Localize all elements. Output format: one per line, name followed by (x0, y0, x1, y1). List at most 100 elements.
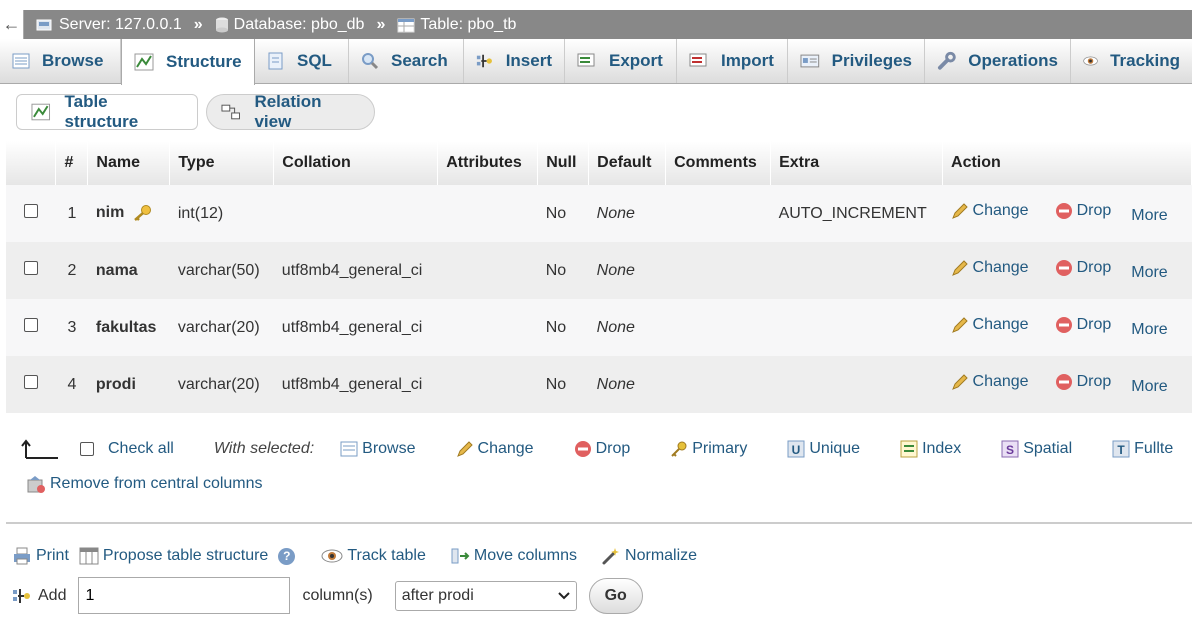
more-button[interactable]: More (1131, 321, 1167, 339)
table-row: 1 nim int(12) No None AUTO_INCREMENT Change Dro… (6, 185, 1192, 242)
subtab-relation-view[interactable]: Relation view (206, 92, 375, 131)
go-button[interactable]: Go (588, 577, 643, 614)
tab-export[interactable]: Export (565, 39, 677, 83)
track-table-label: Track table (347, 547, 426, 564)
tab-browse-label: Browse (42, 51, 104, 70)
field-type: varchar(20) (169, 299, 274, 356)
magic-wand-icon (602, 548, 620, 565)
field-extra: AUTO_INCREMENT (770, 185, 943, 242)
drop-label: Drop (1076, 316, 1112, 333)
more-button[interactable]: More (1131, 264, 1167, 282)
subtab-table-structure[interactable]: Table structure (16, 92, 198, 131)
help-icon[interactable]: ? (278, 547, 296, 565)
header-collation: Collation (273, 141, 439, 185)
bulk-change-button[interactable]: Change (456, 440, 534, 458)
bulk-primary-label: Primary (692, 440, 748, 457)
row-actions: Change Drop More (942, 185, 1192, 242)
breadcrumb-database[interactable]: Database: pbo_db (215, 16, 364, 34)
print-button[interactable]: Print (12, 546, 69, 566)
track-table-button[interactable]: Track table (321, 547, 426, 565)
normalize-button[interactable]: Normalize (601, 546, 697, 566)
column-position-select[interactable]: after prodi (394, 580, 577, 611)
drop-button[interactable]: Drop (1055, 202, 1111, 220)
drop-icon (1055, 317, 1072, 333)
tab-sql-label: SQL (297, 51, 332, 70)
more-button[interactable]: More (1131, 378, 1167, 396)
remove-central-columns-label: Remove from central columns (50, 475, 263, 492)
index-icon (900, 440, 918, 458)
bulk-unique-label: Unique (809, 440, 861, 457)
field-comments (665, 299, 771, 356)
field-type: varchar(20) (177, 375, 260, 393)
bulk-index-button[interactable]: Index (900, 440, 961, 458)
row-checkbox[interactable] (24, 261, 38, 275)
more-button[interactable]: More (1131, 207, 1167, 225)
top-bar: ← Server: 127.0.0.1 » Database: pbo_db »… (0, 0, 1192, 39)
drop-label: Drop (1076, 373, 1112, 390)
field-name[interactable]: nama (96, 262, 138, 279)
tab-browse[interactable]: Browse (0, 39, 121, 83)
remove-central-columns-button[interactable]: Remove from central columns (26, 474, 263, 494)
chevron-down-icon (557, 591, 570, 599)
change-button[interactable]: Change (951, 316, 1029, 334)
field-null: No (537, 185, 589, 242)
field-collation: utf8mb4_general_ci (281, 261, 423, 279)
field-name[interactable]: fakultas (96, 319, 156, 336)
tab-search[interactable]: Search (349, 39, 464, 83)
row-actions: Change Drop More (942, 299, 1192, 356)
breadcrumb-table[interactable]: Table: pbo_tb (397, 16, 516, 34)
insert-icon (13, 588, 30, 603)
more-label: More (1131, 378, 1168, 395)
print-icon (14, 547, 30, 565)
bulk-fulltext-button[interactable]: T Fullte (1112, 440, 1173, 458)
add-columns-count-input[interactable] (78, 577, 291, 614)
row-actions: Change Drop More (943, 242, 1192, 299)
drop-button[interactable]: Drop (1055, 373, 1112, 391)
row-number: 1 (55, 185, 88, 242)
add-label: Add (38, 586, 67, 604)
bulk-primary-button[interactable]: Primary (670, 440, 747, 458)
tools-bar: Print Propose table structure ? Track ta… (12, 546, 721, 566)
tab-insert[interactable]: Insert (464, 39, 565, 83)
structure-icon (134, 53, 154, 71)
check-all-checkbox[interactable] (80, 442, 94, 456)
tab-tracking[interactable]: Tracking (1071, 39, 1192, 83)
table-row: 2 nama varchar(50) utf8mb4_general_ci No None… (6, 242, 1192, 299)
drop-button[interactable]: Drop (1055, 259, 1111, 277)
tab-insert-label: Insert (505, 51, 552, 70)
field-comments (666, 356, 771, 413)
back-arrow-button[interactable]: ← (0, 10, 24, 39)
tab-privileges[interactable]: Privileges (788, 39, 925, 83)
field-comments (665, 185, 771, 242)
drop-button[interactable]: Drop (1055, 316, 1112, 334)
propose-structure-button[interactable]: Propose table structure (79, 547, 268, 565)
field-null: No (537, 299, 589, 356)
bulk-spatial-button[interactable]: S Spatial (1001, 440, 1072, 458)
relation-icon (221, 104, 240, 120)
bulk-unique-button[interactable]: U Unique (787, 440, 860, 458)
bulk-drop-button[interactable]: Drop (574, 440, 630, 458)
tab-operations[interactable]: Operations (925, 39, 1071, 83)
browse-icon (12, 53, 30, 69)
unique-icon: U (787, 440, 805, 458)
change-button[interactable]: Change (951, 259, 1029, 277)
change-button[interactable]: Change (951, 202, 1029, 220)
field-name[interactable]: prodi (96, 376, 136, 393)
row-checkbox[interactable] (24, 318, 38, 332)
change-button[interactable]: Change (951, 373, 1029, 391)
bulk-browse-button[interactable]: Browse (340, 440, 416, 458)
row-checkbox[interactable] (24, 375, 38, 389)
tab-sql[interactable]: SQL (255, 39, 349, 83)
move-columns-button[interactable]: Move columns (450, 547, 577, 565)
field-default: None (588, 185, 666, 242)
arrow-up-left-icon (21, 439, 58, 459)
tab-structure[interactable]: Structure (121, 39, 255, 85)
breadcrumb-server[interactable]: Server: 127.0.0.1 (36, 16, 182, 34)
check-all[interactable]: Check all (80, 440, 174, 458)
more-label: More (1131, 321, 1168, 338)
field-name[interactable]: nim (96, 205, 124, 222)
change-label: Change (972, 373, 1029, 390)
row-checkbox[interactable] (24, 204, 38, 218)
column-position-value: after prodi (401, 586, 474, 604)
tab-import[interactable]: Import (677, 39, 788, 83)
